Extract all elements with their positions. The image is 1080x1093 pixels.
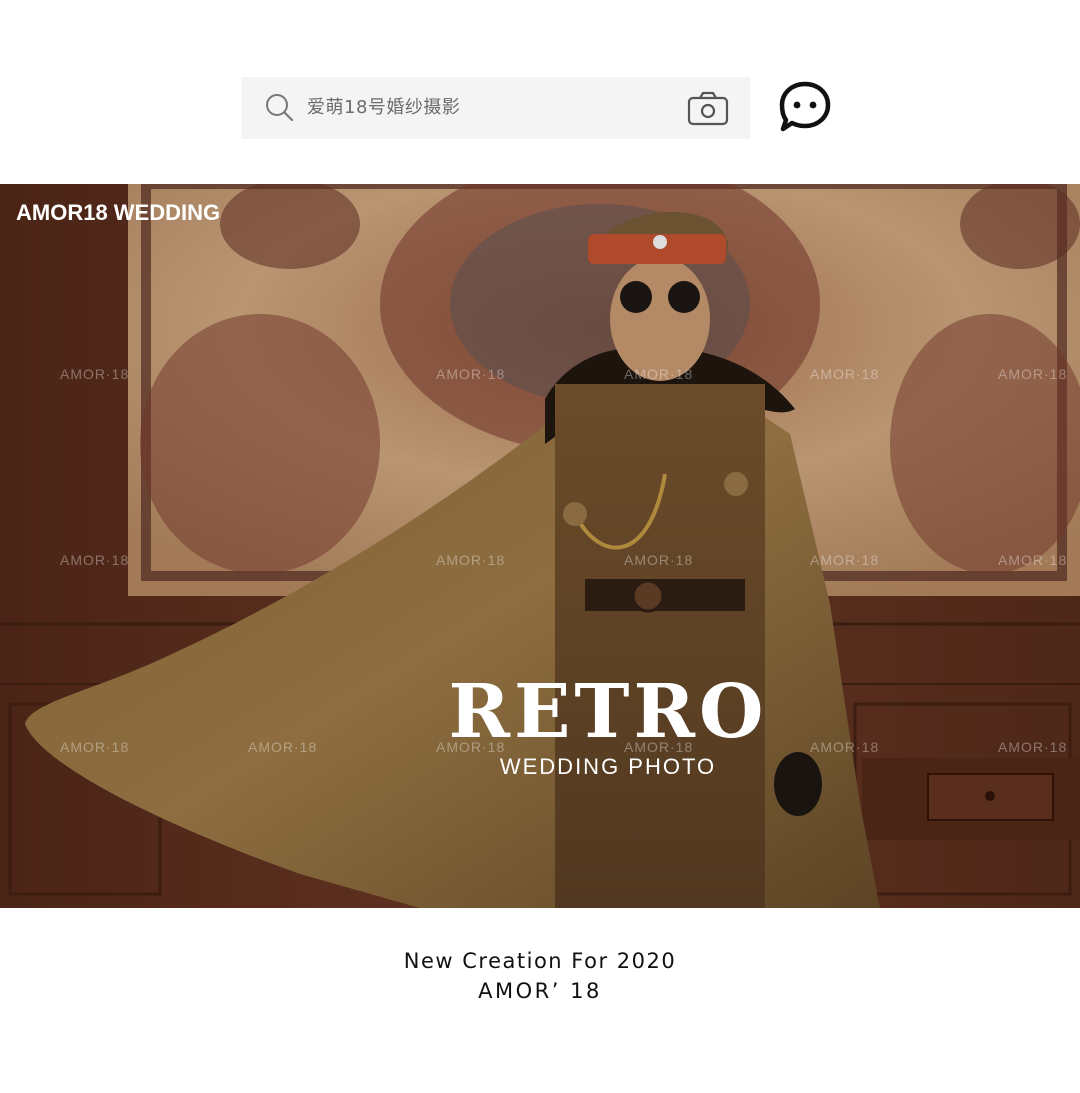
brand-logo: AMOR18 WEDDING [16, 200, 221, 225]
watermark: AMOR·18 [436, 552, 506, 568]
retro-portrait-image [0, 184, 1080, 908]
footer-brand: AMOR’ 18 [478, 979, 602, 1003]
watermark: AMOR·18 [998, 552, 1068, 568]
watermark: AMOR·18 [436, 366, 506, 382]
retro-title: RETRO [448, 669, 768, 755]
watermark: AMOR·18 [624, 552, 694, 568]
watermark: AMOR·18 [810, 552, 880, 568]
watermark: AMOR·18 [60, 552, 130, 568]
search-icon [266, 94, 294, 122]
camera-icon[interactable] [687, 91, 729, 127]
watermark: AMOR·18 [810, 739, 880, 755]
footer-tagline: New Creation For 2020 [403, 949, 677, 973]
search-placeholder[interactable]: 爱萌18号婚纱摄影 [307, 94, 460, 122]
retro-subtitle: WEDDING PHOTO [499, 754, 717, 779]
watermark: AMOR·18 [998, 366, 1068, 382]
hero-photo: AMOR·18 AMOR·18 AMOR·18 AMOR·18 AMOR·18 … [0, 184, 1080, 908]
watermark: AMOR·18 [998, 739, 1068, 755]
watermark: AMOR·18 [810, 366, 880, 382]
chat-bubble-icon[interactable] [778, 80, 832, 134]
watermark: AMOR·18 [624, 366, 694, 382]
watermark: AMOR·18 [60, 366, 130, 382]
watermark: AMOR·18 [248, 739, 318, 755]
watermark: AMOR·18 [60, 739, 130, 755]
search-bar[interactable]: 爱萌18号婚纱摄影 [241, 77, 750, 139]
